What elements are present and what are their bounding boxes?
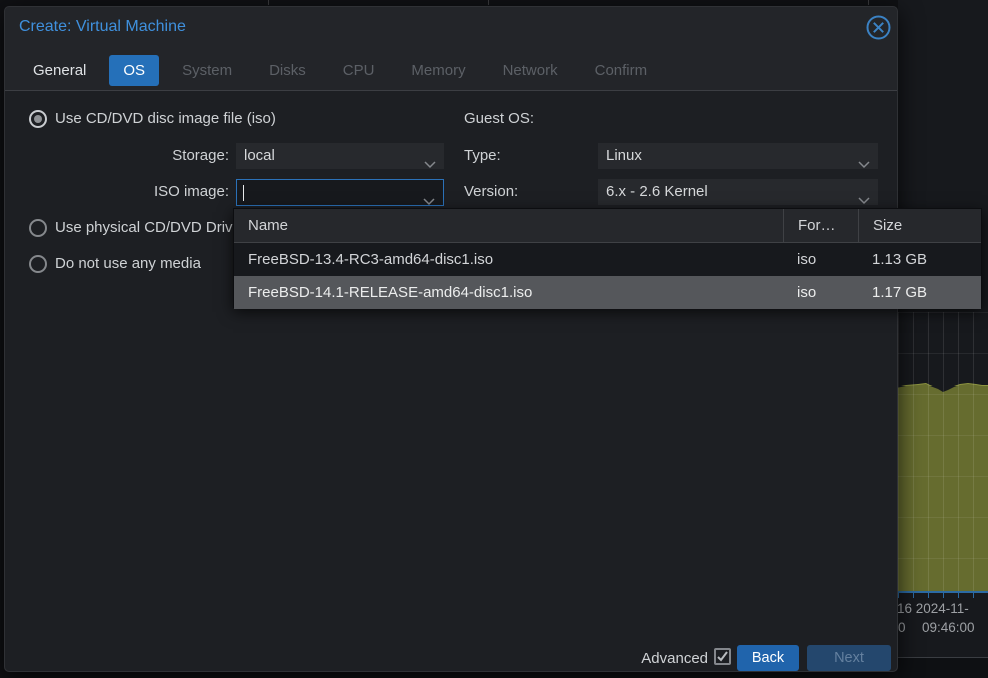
iso-name: FreeBSD-14.1-RELEASE-amd64-disc1.iso [234,276,783,309]
iso-name: FreeBSD-13.4-RC3-amd64-disc1.iso [234,243,783,276]
column-header-name[interactable]: Name [234,209,783,242]
tab-general[interactable]: General [19,55,100,86]
background-usage-graph: 16 2024-11- 0 09:46:00 [898,0,988,678]
type-label: Type: [464,147,501,165]
screen: 16 2024-11- 0 09:46:00 Create: Virtual M… [0,0,988,678]
radio-use-iso-label: Use CD/DVD disc image file (iso) [55,110,276,128]
os-version-value: 6.x - 2.6 Kernel [606,183,708,200]
iso-size: 1.17 GB [858,276,981,309]
os-type-select[interactable]: Linux [598,143,878,169]
advanced-label: Advanced [565,650,708,667]
wizard-tabbar: General OS System Disks CPU Memory Netwo… [19,55,661,86]
storage-value: local [244,147,275,164]
iso-list-item[interactable]: FreeBSD-13.4-RC3-amd64-disc1.iso iso 1.1… [234,243,981,276]
tab-network: Network [489,55,572,86]
tab-disks: Disks [255,55,320,86]
iso-format: iso [783,276,858,309]
storage-label: Storage: [65,147,229,165]
dialog-body [5,90,897,671]
graph-x-label-date: 16 2024-11- [897,601,969,616]
iso-dropdown-list: Name For… Size FreeBSD-13.4-RC3-amd64-di… [233,208,982,308]
iso-list-item-highlighted[interactable]: FreeBSD-14.1-RELEASE-amd64-disc1.iso iso… [234,276,981,309]
storage-select[interactable]: local [236,143,444,169]
iso-image-combobox[interactable] [236,179,444,206]
radio-use-iso[interactable] [29,110,47,128]
background-bottom-panel [898,658,988,678]
background-column-divider [488,0,489,5]
area-series [896,384,988,592]
background-column-divider [868,0,869,5]
radio-physical-drive-label: Use physical CD/DVD Drive [55,219,245,237]
column-header-size[interactable]: Size [858,209,981,242]
chevron-down-icon[interactable] [424,152,436,178]
text-cursor [243,185,244,201]
graph-x-label-time-clipped: 0 [898,620,906,635]
guest-os-heading: Guest OS: [464,110,534,128]
radio-physical-drive[interactable] [29,219,47,237]
tab-os[interactable]: OS [109,55,159,86]
os-version-select[interactable]: 6.x - 2.6 Kernel [598,179,878,205]
iso-image-label: ISO image: [65,183,229,201]
iso-size: 1.13 GB [858,243,981,276]
background-column-divider [268,0,269,5]
close-icon[interactable] [865,14,892,41]
version-label: Version: [464,183,518,201]
column-header-format[interactable]: For… [783,209,858,242]
advanced-checkbox[interactable] [714,648,731,665]
chevron-down-icon[interactable] [858,152,870,178]
radio-no-media-label: Do not use any media [55,255,201,273]
iso-dropdown-header: Name For… Size [234,209,981,243]
tab-confirm: Confirm [581,55,662,86]
radio-no-media[interactable] [29,255,47,273]
iso-format: iso [783,243,858,276]
back-button[interactable]: Back [737,645,799,671]
graph-x-label-time: 09:46:00 [922,620,975,635]
dialog-title: Create: Virtual Machine [19,18,186,36]
next-button[interactable]: Next [807,645,891,671]
graph-x-axis-ticks [898,593,988,598]
tab-system: System [168,55,246,86]
tab-cpu: CPU [329,55,389,86]
create-vm-dialog: Create: Virtual Machine General OS Syste… [4,6,898,672]
tab-memory: Memory [397,55,479,86]
os-type-value: Linux [606,147,642,164]
